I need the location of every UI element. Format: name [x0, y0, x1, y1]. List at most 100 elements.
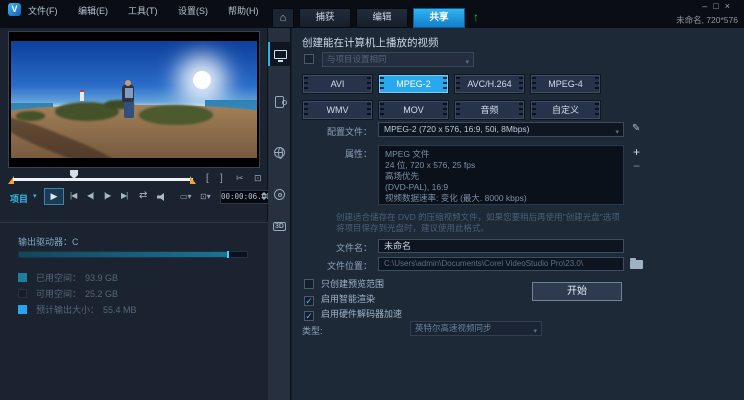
step-down-icon[interactable] [261, 197, 267, 200]
minimize-button[interactable]: – [702, 1, 713, 11]
estimated-size-swatch [18, 305, 27, 314]
target-3d-button[interactable]: 3D [268, 214, 291, 238]
go-start-button[interactable]: |◀ [70, 191, 76, 200]
playback-mode-dropdown[interactable]: 项目 [10, 192, 28, 205]
menu-file[interactable]: 文件(F) [28, 4, 58, 17]
app-logo-icon: V [8, 3, 21, 16]
preview-range-checkbox[interactable] [304, 279, 314, 289]
same-as-project-checkbox[interactable] [304, 54, 314, 64]
close-button[interactable]: × [725, 1, 736, 11]
menu-edit[interactable]: 编辑(E) [78, 4, 108, 17]
video-preview[interactable] [8, 31, 260, 168]
filename-label: 文件名： [292, 241, 372, 254]
estimated-size-row: 预计输出大小： 55.4 MB [18, 303, 137, 316]
preview-range-label: 只创建预览范围 [321, 279, 384, 289]
repeat-button[interactable]: ⇄ [139, 190, 147, 201]
format-button-mpeg2[interactable]: MPEG-2 [378, 74, 449, 94]
disc-icon [274, 189, 285, 200]
target-web-button[interactable] [268, 140, 291, 164]
restore-button[interactable]: □ [713, 1, 724, 11]
format-hint-text: 创建适合储存在 DVD 的压缩视频文件，如果您要稍后再使用"创建光盘"选项将项目… [336, 212, 628, 234]
chevron-down-icon: ▾ [465, 56, 469, 69]
smart-render-checkbox[interactable]: ✓ [304, 296, 314, 306]
mark-out-button[interactable]: ] [220, 173, 223, 184]
step-up-icon[interactable] [261, 192, 267, 195]
video-frame [11, 41, 257, 158]
play-button[interactable]: ▶ [44, 188, 64, 205]
output-drive-label: 输出驱动器：C [18, 235, 79, 248]
remove-profile-icon[interactable]: − [633, 159, 640, 173]
timecode-stepper[interactable] [261, 192, 267, 200]
disk-bar-fill [19, 252, 229, 257]
tab-share[interactable]: 共享 [413, 8, 465, 28]
format-button-mpeg4[interactable]: MPEG-4 [530, 74, 601, 94]
chevron-down-icon: ▾ [33, 192, 37, 200]
split-clip-icon[interactable]: ✂ [236, 173, 244, 184]
format-button-avi[interactable]: AVI [302, 74, 373, 94]
used-space-row: 已用空间：93.9 GB [18, 271, 118, 284]
menu-tools[interactable]: 工具(T) [128, 4, 158, 17]
preview-window-dropdown[interactable]: ⊡▾ [200, 192, 211, 201]
player-panel: [ ] ✂ ⊡ 项目 ▾ ▶ |◀ ◀| |▶ ▶| ⇄ ▭▾ ⊡▾ 00:00… [0, 28, 268, 400]
tab-capture[interactable]: 捕获 [299, 8, 351, 28]
profile-value: MPEG-2 (720 x 576, 16:9, 50i, 8Mbps) [384, 124, 530, 134]
upload-arrow-icon[interactable]: ↑ [473, 8, 479, 28]
smart-render-option[interactable]: ✓启用智能渲染 [304, 292, 375, 306]
format-button-audio[interactable]: 音频 [454, 100, 525, 120]
window-controls: –□× [702, 1, 736, 11]
location-label: 文件位置： [292, 259, 372, 272]
format-button-mov[interactable]: MOV [378, 100, 449, 120]
workspace-tabs: ⌂ 捕获 编辑 共享 ↑ [272, 8, 479, 28]
next-frame-button[interactable]: |▶ [104, 191, 110, 200]
share-settings-panel: 创建能在计算机上播放的视频 与项目设置相同 ▾ AVI MPEG-2 AVC/H… [292, 28, 744, 400]
menu-help[interactable]: 帮助(H) [228, 4, 259, 17]
format-button-custom[interactable]: 自定义 [530, 100, 601, 120]
hw-decoder-option[interactable]: ✓启用硬件解码器加速 [304, 307, 402, 321]
used-space-swatch [18, 273, 27, 282]
preview-quality-dropdown[interactable]: ▭▾ [180, 192, 192, 201]
scene-lighthouse [80, 92, 84, 101]
add-profile-icon[interactable]: + [633, 145, 640, 159]
estimated-size-value: 55.4 MB [103, 305, 137, 315]
chevron-down-icon: ▾ [533, 325, 537, 338]
trim-end-handle[interactable] [190, 176, 196, 184]
menu-settings[interactable]: 设置(S) [178, 4, 208, 17]
enlarge-preview-icon[interactable]: ⊡ [254, 173, 262, 184]
prev-frame-button[interactable]: ◀| [87, 191, 93, 200]
share-target-strip: 3D [268, 28, 291, 400]
target-computer-button[interactable] [268, 42, 291, 66]
location-input[interactable]: C:\Users\admin\Documents\Corel VideoStud… [378, 257, 624, 271]
format-button-avc[interactable]: AVC/H.264 [454, 74, 525, 94]
mark-in-button[interactable]: [ [206, 173, 209, 184]
start-button[interactable]: 开始 [532, 282, 622, 301]
scene-person [125, 88, 133, 98]
profile-dropdown[interactable]: MPEG-2 (720 x 576, 16:9, 50i, 8Mbps) ▾ [378, 122, 624, 137]
volume-icon[interactable] [157, 193, 167, 201]
edit-profile-icon[interactable]: ✎ [632, 123, 640, 134]
disk-usage-bar [18, 251, 248, 258]
chevron-down-icon: ▾ [615, 126, 619, 139]
accel-type-dropdown[interactable]: 英特尔高速视频同步 ▾ [410, 321, 542, 336]
monitor-icon [274, 50, 287, 59]
estimated-size-label: 预计输出大小： [36, 305, 99, 315]
target-device-button[interactable] [268, 90, 291, 114]
tab-edit[interactable]: 编辑 [356, 8, 408, 28]
same-as-project-dropdown[interactable]: 与项目设置相同 ▾ [322, 52, 474, 67]
tab-home[interactable]: ⌂ [272, 8, 294, 28]
hw-decoder-checkbox[interactable]: ✓ [304, 311, 314, 321]
transport-controls: 项目 ▾ ▶ |◀ ◀| |▶ ▶| ⇄ ▭▾ ⊡▾ 00:00:06.002 [8, 188, 260, 208]
scene-bush [16, 111, 46, 120]
seek-bar[interactable] [13, 178, 193, 181]
format-button-wmv[interactable]: WMV [302, 100, 373, 120]
filename-input[interactable]: 未命名 [378, 239, 624, 253]
target-disc-button[interactable] [268, 182, 291, 206]
same-as-project-label: 与项目设置相同 [327, 54, 387, 64]
device-icon [275, 96, 284, 108]
accel-type-label: 类型: [302, 324, 323, 337]
go-end-button[interactable]: ▶| [121, 191, 127, 200]
properties-label: 属性： [292, 147, 372, 160]
preview-range-option[interactable]: 只创建预览范围 [304, 277, 384, 290]
3d-icon: 3D [273, 222, 286, 231]
browse-folder-button[interactable] [630, 257, 646, 270]
used-space-value: 93.9 GB [85, 273, 118, 283]
